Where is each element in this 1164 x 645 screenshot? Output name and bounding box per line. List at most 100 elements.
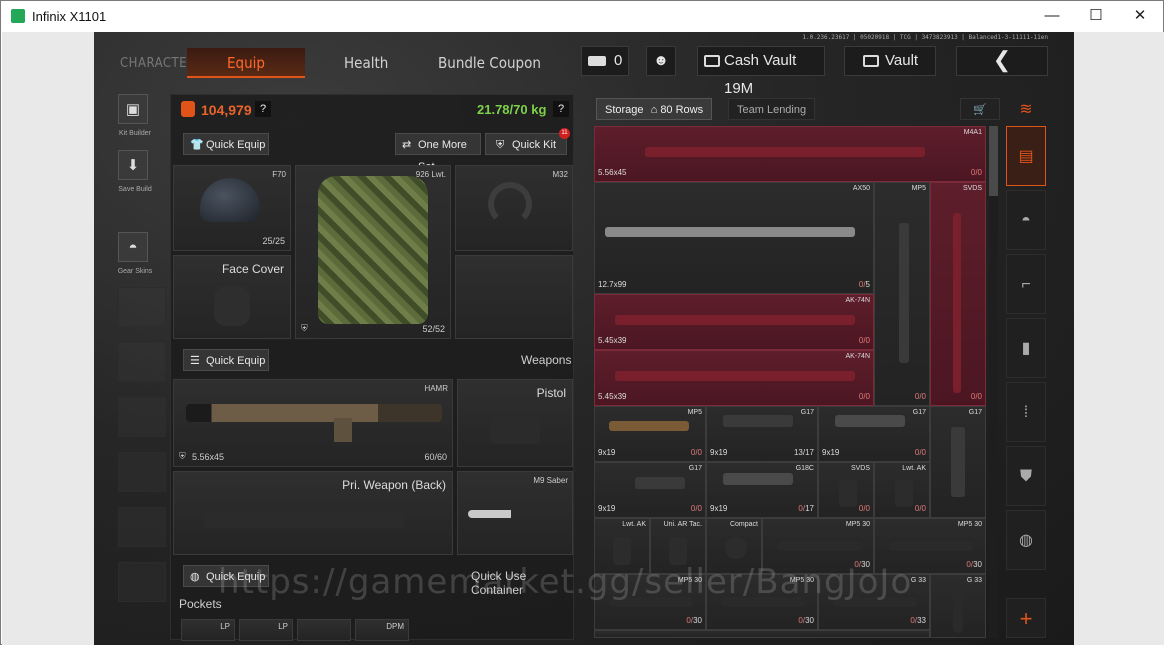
inventory-item[interactable]: Lwt. AK 0/0 [874, 462, 930, 518]
pocket-slot[interactable] [297, 619, 351, 641]
weight-help[interactable]: ? [553, 101, 569, 117]
quick-equip-weapons-button[interactable]: ☰ Quick Equip [183, 349, 269, 371]
item-name: G 33 [910, 577, 926, 584]
gear-skins-button[interactable]: ◓ [118, 232, 148, 262]
inventory-row-partial [594, 630, 930, 638]
inventory-item[interactable]: AK-74N 5.45x39 0/0 [594, 350, 874, 406]
rifle-icon [615, 315, 855, 325]
item-ammo: 0/5 [858, 280, 870, 289]
item-ammo: 0/0 [858, 336, 870, 345]
inventory-item[interactable]: AK-74N 5.45x39 0/0 [594, 294, 874, 350]
category-helmets[interactable]: ◓ [1006, 190, 1046, 250]
plus-icon: + [1019, 606, 1033, 631]
add-category-button[interactable]: + [1006, 598, 1046, 638]
inventory-item[interactable]: G17 9x19 0/0 [594, 462, 706, 518]
helmet-durability: 25/25 [262, 236, 285, 246]
tab-character[interactable]: CHARACTER [120, 56, 196, 71]
profile-button[interactable]: ☻ [646, 46, 676, 76]
tab-health[interactable]: Health [344, 54, 388, 72]
inventory-item[interactable]: G17 [930, 406, 986, 518]
item-name: MP5 30 [957, 521, 982, 528]
inventory-item[interactable]: AX50 12.7x99 0/5 [594, 182, 874, 294]
mask-icon [214, 286, 250, 326]
minimize-button[interactable]: — [1037, 5, 1067, 27]
inventory-item[interactable]: M4A1 5.56x45 0/0 [594, 126, 986, 182]
storage-scrollbar[interactable] [989, 126, 998, 638]
item-caliber: 9x19 [822, 448, 840, 457]
inventory-item[interactable]: G17 9x19 13/17 [706, 406, 818, 462]
quick-kit-button[interactable]: ⛨ Quick Kit 11 [485, 128, 570, 155]
empty-gear-slot[interactable] [455, 255, 573, 339]
scrollbar-thumb[interactable] [989, 126, 998, 196]
vault-label: Vault [885, 52, 919, 69]
item-ammo: 0/0 [970, 168, 982, 177]
tab-team-lending[interactable]: Team Lending [728, 98, 816, 120]
loadout-value-help[interactable]: ? [255, 101, 271, 117]
pocket-slot[interactable]: DPM [355, 619, 409, 641]
tab-bundle-coupon[interactable]: Bundle Coupon [438, 54, 541, 72]
category-rifles[interactable]: ⌐ [1006, 254, 1046, 314]
category-grenades[interactable]: ◍ [1006, 510, 1046, 570]
quick-equip-gear-button[interactable]: 👕 Quick Equip [183, 133, 269, 155]
save-build-button[interactable]: ⬇ [118, 150, 148, 180]
back-button[interactable]: ❮ [956, 46, 1048, 76]
vault-button[interactable]: Vault [844, 46, 936, 76]
category-layers[interactable]: ≋ [1006, 94, 1046, 126]
cash-vault-button[interactable]: Cash Vault 19M [697, 46, 825, 97]
secondary-weapon-slot[interactable]: Pri. Weapon (Back) [173, 471, 453, 555]
smg-icon [899, 223, 909, 363]
shield-icon: ⛨ [301, 323, 308, 333]
save-build-label: Save Build [118, 186, 152, 193]
headset-slot[interactable]: M32 [455, 165, 573, 251]
category-all[interactable]: ▤ [1006, 126, 1046, 186]
inventory-item[interactable]: MP5 9x19 0/0 [594, 406, 706, 462]
sort-button[interactable]: 🛒 [960, 98, 1000, 120]
armor-vest-slot[interactable]: 926 Lwt. ⛨ 52/52 [295, 165, 451, 339]
pistol-slot[interactable]: Pistol [457, 379, 573, 467]
inventory-item[interactable]: G18C 9x19 0/17 [706, 462, 818, 518]
ammo-icon: ⁞ [1023, 404, 1029, 421]
repeat-icon: ⇄ [402, 139, 412, 151]
item-caliber: 5.45x39 [598, 392, 627, 401]
item-caliber: 9x19 [710, 448, 728, 457]
tab-storage[interactable]: Storage ⌂ 80 Rows [596, 98, 713, 120]
category-ammo[interactable]: ⁞ [1006, 382, 1046, 442]
inventory-item[interactable]: G17 9x19 0/0 [818, 406, 930, 462]
pocket-slot[interactable]: LP [239, 619, 293, 641]
tab-equip[interactable]: Equip [187, 48, 305, 78]
item-name: G17 [688, 465, 702, 472]
inventory-item[interactable]: G 33 [930, 574, 986, 638]
face-cover-slot[interactable]: Face Cover [173, 255, 291, 339]
ticket-counter[interactable]: 0 [581, 46, 629, 76]
melee-slot[interactable]: M9 Saber [457, 471, 573, 555]
shirt-icon: 👕 [190, 139, 204, 151]
pocket-slot-label: LP [278, 622, 288, 631]
inventory-item[interactable]: MP5 0/0 [874, 182, 930, 406]
grenade-icon: ◍ [190, 571, 200, 583]
kit-builder-button[interactable]: ▣ [118, 94, 148, 124]
item-name: Lwt. AK [622, 521, 646, 528]
item-name: G17 [800, 409, 814, 416]
one-more-set-button[interactable]: ⇄ One More Set [395, 133, 481, 173]
maximize-button[interactable]: ☐ [1081, 5, 1111, 27]
category-armor[interactable]: ⛊ [1006, 446, 1046, 506]
item-caliber: 5.45x39 [598, 336, 627, 345]
primary-weapon-slot[interactable]: HAMR ⛨ 5.56x45 60/60 [173, 379, 453, 467]
pistol-icon [723, 415, 793, 427]
helmet-slot[interactable]: F70 25/25 [173, 165, 291, 251]
item-ammo: 0/0 [970, 392, 982, 401]
download-icon: ⬇ [126, 157, 140, 174]
equip-screen: 1.0.236.23617 | 05020918 | TCG | 3473823… [94, 32, 1074, 645]
window-title: Infinix X1101 [32, 9, 107, 24]
item-caliber: 9x19 [598, 448, 616, 457]
close-button[interactable]: ✕ [1125, 5, 1155, 27]
sniper-rifle-icon [953, 213, 961, 393]
item-caliber: 9x19 [598, 504, 616, 513]
helmet-icon: ◓ [128, 239, 138, 256]
inventory-item[interactable]: SVDS 0/0 [818, 462, 874, 518]
grip-icon [669, 537, 687, 565]
pocket-slot[interactable]: LP [181, 619, 235, 641]
category-magazines[interactable]: ▮ [1006, 318, 1046, 378]
inventory-item[interactable]: SVDS 0/0 [930, 182, 986, 406]
item-name: G 33 [966, 577, 982, 584]
